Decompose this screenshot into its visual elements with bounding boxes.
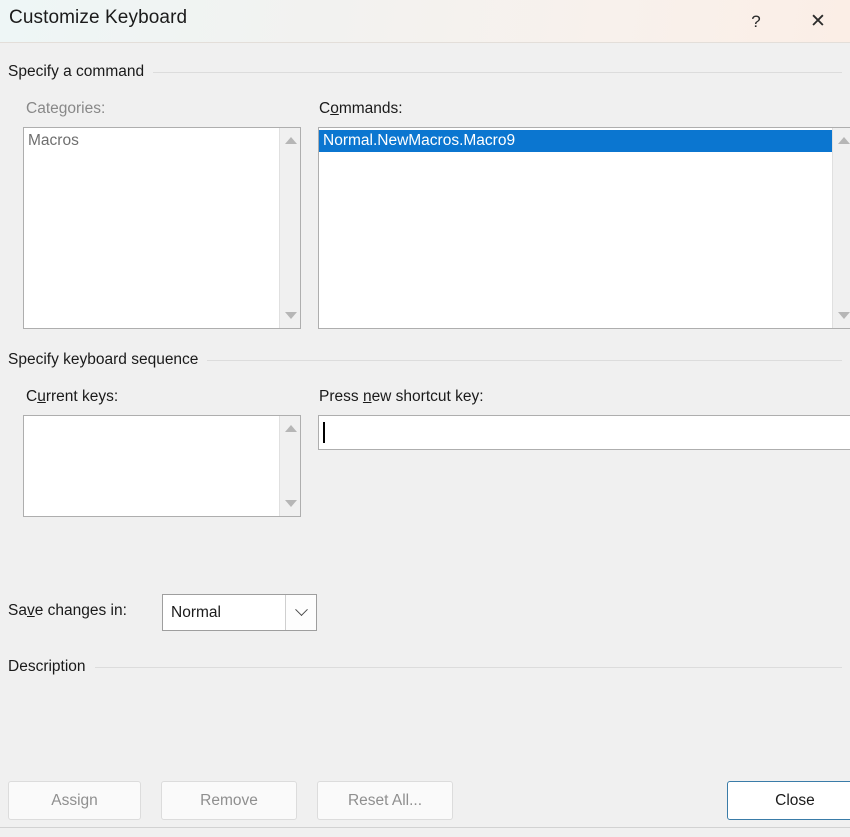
scroll-up-arrow-icon[interactable] <box>833 130 850 151</box>
scroll-down-arrow-icon[interactable] <box>280 493 300 514</box>
close-button-label: Close <box>775 791 815 809</box>
new-shortcut-input[interactable] <box>318 415 850 450</box>
group-header-specify-command: Specify a command <box>8 62 842 82</box>
group-label-description: Description <box>8 658 86 675</box>
current-keys-list-items <box>24 416 279 516</box>
scroll-up-arrow-icon[interactable] <box>280 418 300 439</box>
scroll-down-arrow-icon[interactable] <box>833 305 850 326</box>
categories-listbox[interactable]: Macros <box>23 127 301 329</box>
question-mark-icon: ? <box>751 11 761 31</box>
reset-all-button[interactable]: Reset All... <box>317 781 453 820</box>
remove-button-label: Remove <box>200 791 258 809</box>
commands-label: Commands: <box>319 100 403 117</box>
chevron-down-icon[interactable] <box>285 595 316 630</box>
new-shortcut-label: Press new shortcut key: <box>319 388 484 405</box>
current-keys-scrollbar[interactable] <box>279 416 300 516</box>
text-cursor-icon <box>323 422 325 443</box>
save-changes-label: Save changes in: <box>8 602 127 619</box>
assign-button-label: Assign <box>51 791 98 809</box>
scroll-down-arrow-icon[interactable] <box>280 305 300 326</box>
list-item[interactable]: Macros <box>24 130 279 152</box>
save-changes-value: Normal <box>171 603 221 621</box>
save-changes-combobox[interactable]: Normal <box>162 594 317 631</box>
help-button[interactable]: ? <box>733 0 779 43</box>
categories-label: Categories: <box>26 100 106 117</box>
group-rule <box>94 666 842 668</box>
remove-button[interactable]: Remove <box>161 781 297 820</box>
group-label-keyboard-sequence: Specify keyboard sequence <box>8 351 199 368</box>
assign-button[interactable]: Assign <box>8 781 141 820</box>
categories-scrollbar[interactable] <box>279 128 300 328</box>
dialog-bottom-edge <box>0 827 850 837</box>
current-keys-listbox[interactable] <box>23 415 301 517</box>
list-item[interactable]: Normal.NewMacros.Macro9 <box>319 130 832 152</box>
commands-scrollbar[interactable] <box>832 128 850 328</box>
close-button[interactable]: Close <box>727 781 850 820</box>
close-icon: ✕ <box>810 11 826 32</box>
scroll-up-arrow-icon[interactable] <box>280 130 300 151</box>
close-window-button[interactable]: ✕ <box>795 0 841 43</box>
group-header-keyboard-sequence: Specify keyboard sequence <box>8 350 842 370</box>
commands-listbox[interactable]: Normal.NewMacros.Macro9 <box>318 127 850 329</box>
commands-list-items: Normal.NewMacros.Macro9 <box>319 128 832 328</box>
group-label-specify-command: Specify a command <box>8 63 145 80</box>
reset-all-button-label: Reset All... <box>347 791 423 809</box>
current-keys-label: Current keys: <box>26 388 119 405</box>
group-rule <box>153 71 842 73</box>
categories-list-items: Macros <box>24 128 279 328</box>
group-rule <box>207 359 842 361</box>
description-body <box>24 686 834 746</box>
group-header-description: Description <box>8 657 842 677</box>
dialog-title: Customize Keyboard <box>9 7 188 28</box>
dialog-titlebar: Customize Keyboard ? ✕ <box>0 0 850 43</box>
